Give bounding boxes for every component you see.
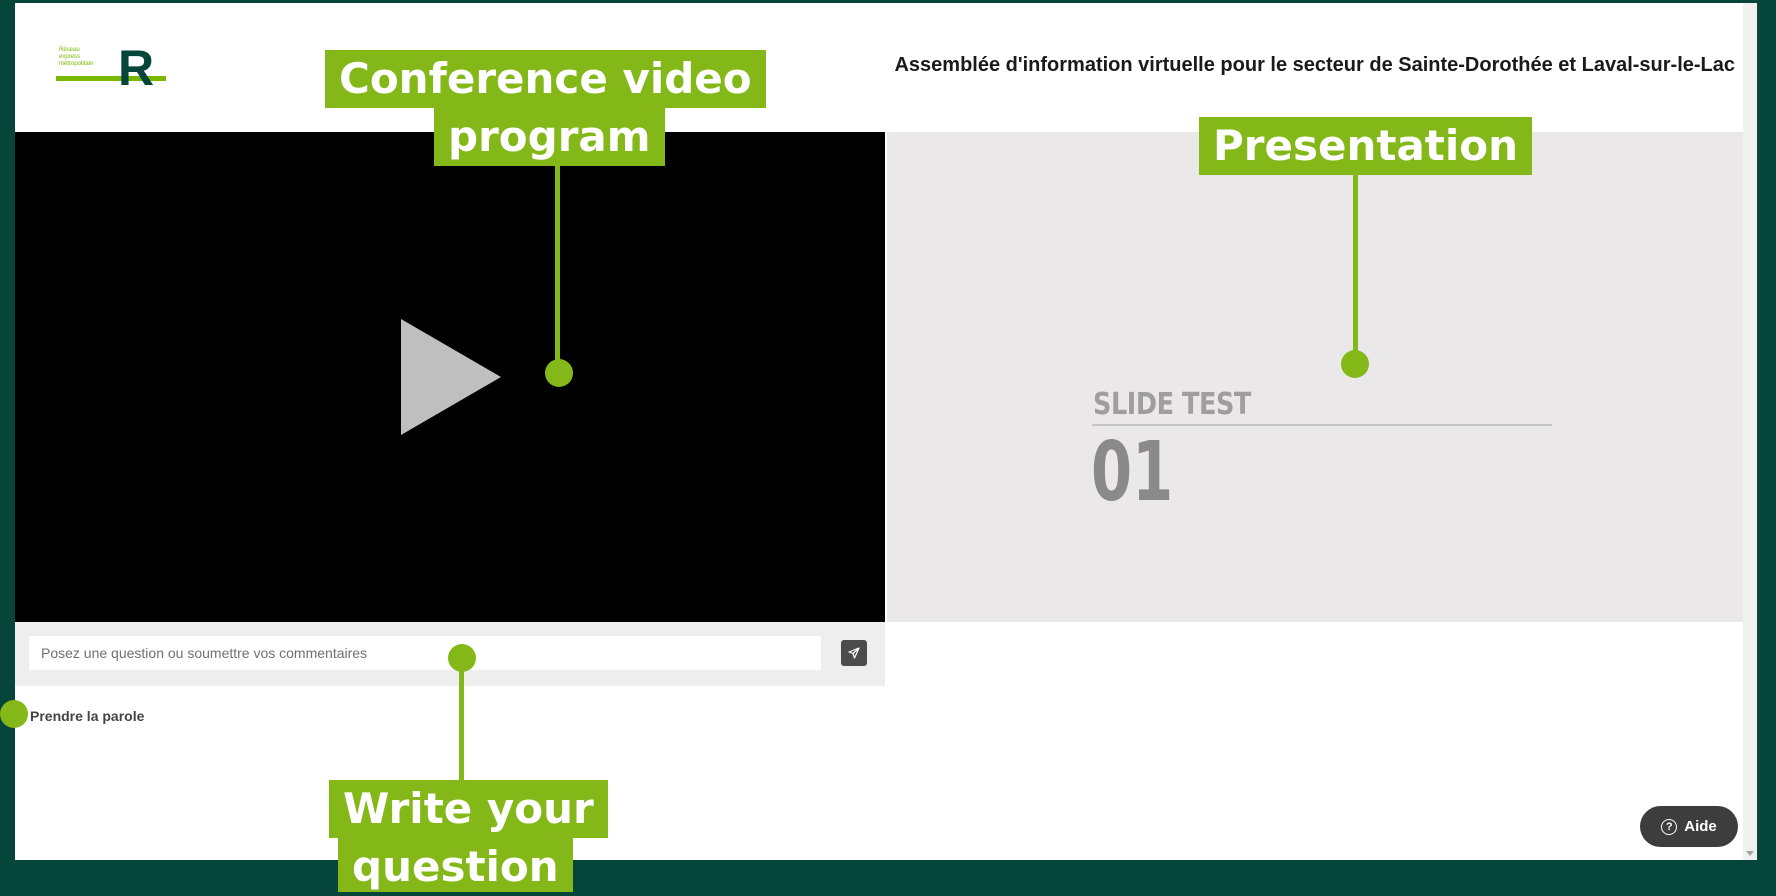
- annotation-presentation: Presentation: [1199, 117, 1533, 175]
- annotation-presentation-leader: [1353, 175, 1358, 357]
- logo: Réseau express métropolitain R: [51, 40, 166, 96]
- presentation-panel: SLIDE TEST 01: [887, 132, 1743, 622]
- help-button[interactable]: ? Aide: [1640, 806, 1738, 847]
- annotation-video-line2: program: [434, 108, 665, 166]
- annotation-input-leader: [459, 660, 464, 780]
- help-label: Aide: [1684, 818, 1717, 835]
- annotation-speak-dot: [0, 700, 28, 728]
- annotation-video-dot: [545, 359, 573, 387]
- annotation-write-line2: question: [338, 838, 573, 892]
- logo-letter: R: [118, 40, 155, 96]
- page-title: Assemblée d'information virtuelle pour l…: [894, 54, 1735, 76]
- annotation-video-line1: Conference video: [325, 50, 766, 108]
- scroll-down-icon[interactable]: [1746, 851, 1754, 856]
- video-player[interactable]: [15, 132, 885, 622]
- play-icon[interactable]: [401, 319, 501, 435]
- question-input[interactable]: [29, 636, 821, 670]
- annotation-write-line1: Write your: [329, 780, 608, 838]
- logo-subtext: Réseau express métropolitain: [59, 47, 94, 67]
- annotation-video-leader: [555, 166, 560, 366]
- speak-button[interactable]: Prendre la parole: [30, 708, 144, 724]
- scrollbar[interactable]: [1743, 3, 1757, 860]
- slide-number: 01: [1091, 425, 1174, 520]
- slide-title: SLIDE TEST: [1093, 387, 1251, 422]
- annotation-presentation-dot: [1341, 350, 1369, 378]
- send-button[interactable]: [841, 640, 867, 666]
- send-icon: [848, 647, 860, 659]
- question-circle-icon: ?: [1661, 818, 1678, 835]
